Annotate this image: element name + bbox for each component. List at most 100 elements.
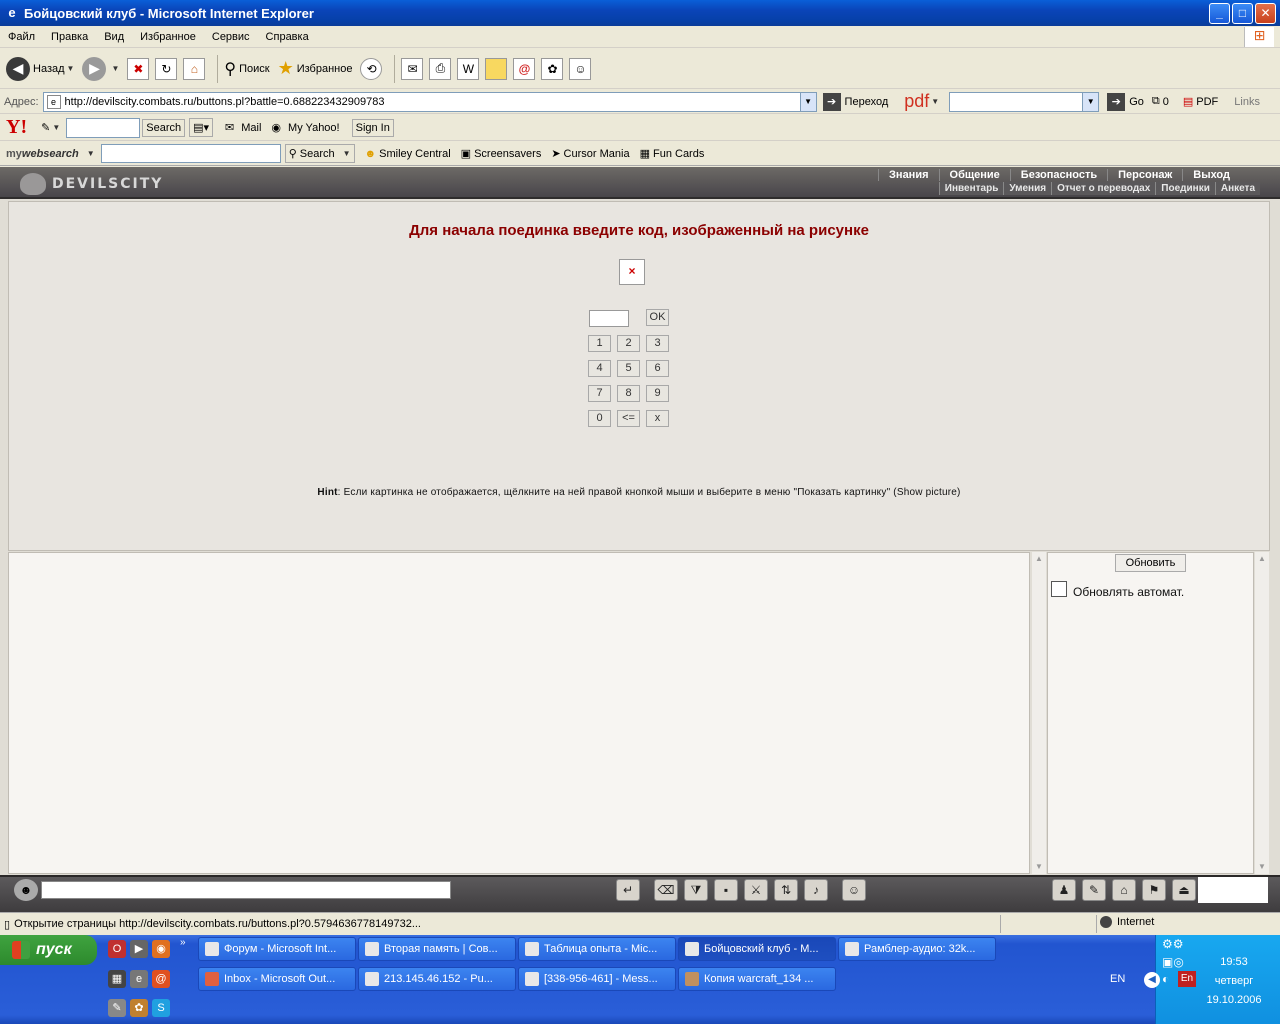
- scroll-up-icon[interactable]: ▲: [1255, 552, 1269, 566]
- quicklaunch-mail-icon[interactable]: @: [152, 970, 170, 988]
- nav-inventory[interactable]: Инвентарь: [938, 182, 1004, 195]
- clock[interactable]: 19:53 четверг 19.10.2006: [1200, 953, 1268, 1010]
- nav-communication[interactable]: Общение: [938, 169, 1010, 181]
- scroll-up-icon[interactable]: ▲: [1032, 552, 1046, 566]
- scroll-down-icon[interactable]: ▼: [1032, 860, 1046, 874]
- fighter-icon[interactable]: ⚔: [744, 879, 768, 901]
- nav-knowledge[interactable]: Знания: [878, 169, 938, 181]
- task-forum[interactable]: Форум - Microsoft Int...: [198, 937, 356, 961]
- address-input[interactable]: e http://devilscity.combats.ru/buttons.p…: [42, 91, 817, 112]
- chat-input[interactable]: [41, 881, 451, 899]
- chevron-down-icon[interactable]: ▼: [1082, 92, 1099, 111]
- search-button[interactable]: ⚲ Поиск: [224, 59, 269, 79]
- maximize-button[interactable]: □: [1232, 3, 1253, 24]
- tray-gear-icon[interactable]: ⚙⚙: [1162, 937, 1184, 951]
- pdf-button[interactable]: PDF: [1196, 96, 1218, 108]
- key-5[interactable]: 5: [617, 360, 640, 377]
- quicklaunch-skype-icon[interactable]: S: [152, 999, 170, 1017]
- task-rambler-audio[interactable]: Рамблер-аудио: 32k...: [838, 937, 996, 961]
- mail-icon[interactable]: ✉: [401, 57, 424, 80]
- nav-character[interactable]: Персонаж: [1107, 169, 1182, 181]
- scroll-down-icon[interactable]: ▼: [1255, 860, 1269, 874]
- quicklaunch-tool-icon[interactable]: ✎: [108, 999, 126, 1017]
- tray-language-badge[interactable]: En: [1178, 971, 1196, 987]
- scroll-icon[interactable]: ✎: [1082, 879, 1106, 901]
- tray-browser-icon[interactable]: ◐: [1162, 972, 1169, 986]
- start-button[interactable]: пуск: [0, 935, 97, 965]
- smiley-icon[interactable]: ☺: [842, 879, 866, 901]
- menu-edit[interactable]: Правка: [43, 31, 96, 43]
- quicklaunch-icq-icon[interactable]: ✿: [130, 999, 148, 1017]
- quicklaunch-ie-icon[interactable]: e: [130, 970, 148, 988]
- menu-favorites[interactable]: Избранное: [132, 31, 204, 43]
- quicklaunch-app-icon[interactable]: ▦: [108, 970, 126, 988]
- key-3[interactable]: 3: [646, 335, 669, 352]
- chevron-down-icon[interactable]: ▼: [799, 92, 816, 111]
- cursor-mania-button[interactable]: ➤ Cursor Mania: [551, 147, 629, 161]
- notes-icon[interactable]: [485, 57, 508, 80]
- task-warcraft[interactable]: Копия warcraft_134 ...: [678, 967, 836, 991]
- screensavers-button[interactable]: ▣ Screensavers: [461, 147, 542, 161]
- edit-icon[interactable]: W: [457, 57, 480, 80]
- menu-help[interactable]: Справка: [258, 31, 317, 43]
- sign-in-button[interactable]: Sign In: [351, 118, 394, 137]
- quicklaunch-more-icon[interactable]: »: [180, 937, 186, 948]
- lock-icon[interactable]: ⌂: [1112, 879, 1136, 901]
- tray-network-icon[interactable]: ▣◎: [1162, 955, 1184, 969]
- home-icon[interactable]: ⌂: [183, 57, 206, 80]
- back-button[interactable]: ◀ Назад ▼: [6, 56, 75, 81]
- ok-button[interactable]: OK: [646, 309, 669, 326]
- nav-security[interactable]: Безопасность: [1009, 169, 1107, 181]
- key-1[interactable]: 1: [588, 335, 611, 352]
- key-backspace[interactable]: <=: [617, 410, 640, 427]
- key-4[interactable]: 4: [588, 360, 611, 377]
- key-9[interactable]: 9: [646, 385, 669, 402]
- yahoo-search-button[interactable]: Search: [142, 118, 186, 137]
- filter-icon[interactable]: ⧩: [684, 879, 708, 901]
- links-label[interactable]: Links: [1234, 96, 1260, 108]
- go-button[interactable]: ➔ Переход: [822, 92, 888, 111]
- forward-button[interactable]: ▶ ▼: [82, 56, 119, 81]
- yahoo-mail-button[interactable]: Mail: [239, 122, 263, 134]
- enter-icon[interactable]: ↵: [616, 879, 640, 901]
- broken-image-icon[interactable]: ×: [619, 259, 645, 285]
- key-7[interactable]: 7: [588, 385, 611, 402]
- chevron-down-icon[interactable]: ▼: [111, 64, 119, 73]
- close-button[interactable]: ✕: [1255, 3, 1276, 24]
- save-icon[interactable]: ▪: [714, 879, 738, 901]
- history-icon[interactable]: ⟲: [360, 57, 383, 80]
- at-mail-icon[interactable]: @: [513, 57, 536, 80]
- nav-profile[interactable]: Анкета: [1214, 182, 1260, 195]
- quicklaunch-firefox-icon[interactable]: ◉: [152, 940, 170, 958]
- print-icon[interactable]: ⎙: [429, 57, 452, 80]
- messenger-icon[interactable]: ☺: [569, 57, 592, 80]
- yahoo-search-input[interactable]: [66, 117, 141, 138]
- key-8[interactable]: 8: [617, 385, 640, 402]
- captcha-code-input[interactable]: [589, 310, 629, 327]
- chevron-down-icon[interactable]: ▼: [931, 97, 939, 106]
- minimize-button[interactable]: _: [1209, 3, 1230, 24]
- language-indicator[interactable]: EN: [1110, 973, 1125, 985]
- auto-refresh-checkbox[interactable]: [1051, 581, 1067, 597]
- menu-tools[interactable]: Сервис: [204, 31, 258, 43]
- key-0[interactable]: 0: [588, 410, 611, 427]
- menu-file[interactable]: Файл: [0, 31, 43, 43]
- go2-button[interactable]: ➔ Go: [1107, 92, 1144, 111]
- key-clear[interactable]: x: [646, 410, 669, 427]
- sound-icon[interactable]: ♪: [804, 879, 828, 901]
- chevron-down-icon[interactable]: ▼: [52, 123, 60, 132]
- task-fight-club[interactable]: Бойцовский клуб - M...: [678, 937, 836, 961]
- fun-cards-button[interactable]: ▦ Fun Cards: [640, 147, 705, 161]
- pencil-icon[interactable]: ✎: [41, 121, 50, 134]
- yahoo-logo[interactable]: Y!: [6, 116, 27, 139]
- chevron-down-icon[interactable]: ▼: [343, 149, 351, 158]
- my-yahoo-button[interactable]: My Yahoo!: [286, 122, 342, 134]
- chevron-down-icon[interactable]: ▼: [67, 64, 75, 73]
- character-icon[interactable]: ♟: [1052, 879, 1076, 901]
- stop-icon[interactable]: ✖: [127, 57, 150, 80]
- key-6[interactable]: 6: [646, 360, 669, 377]
- task-inbox[interactable]: Inbox - Microsoft Out...: [198, 967, 356, 991]
- mywebsearch-input[interactable]: [100, 144, 281, 163]
- nav-transfer-report[interactable]: Отчет о переводах: [1051, 182, 1155, 195]
- task-second-memory[interactable]: Вторая память | Сов...: [358, 937, 516, 961]
